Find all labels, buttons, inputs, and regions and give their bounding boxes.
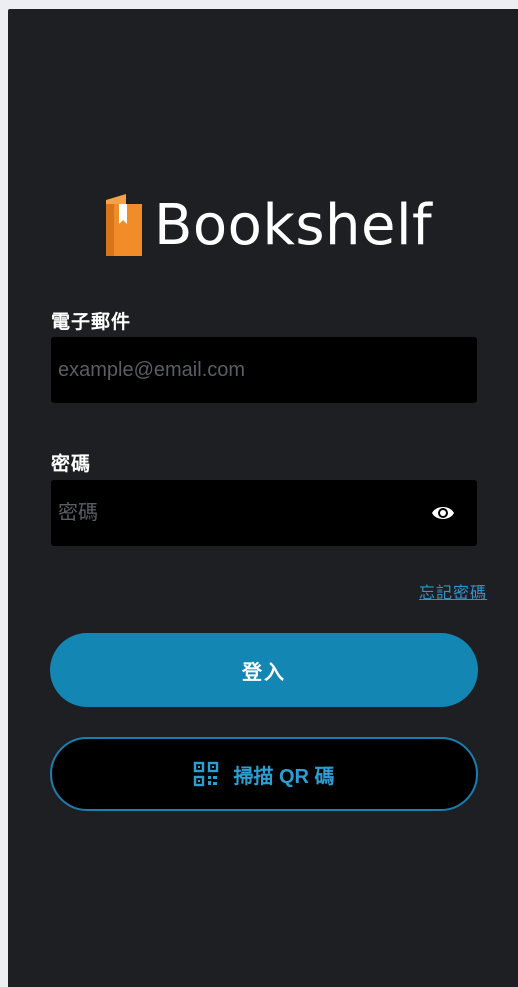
scan-qr-button[interactable]: 掃描 QR 碼 bbox=[50, 737, 478, 811]
email-field-container bbox=[51, 337, 477, 403]
scan-qr-label: 掃描 QR 碼 bbox=[233, 765, 335, 788]
page-backdrop: Bookshelf 電子郵件 密碼 忘記密碼 登入 bbox=[0, 0, 518, 987]
email-field[interactable] bbox=[51, 337, 411, 403]
password-label: 密碼 bbox=[51, 453, 92, 475]
eye-icon[interactable] bbox=[431, 502, 455, 524]
bookmark-book-icon bbox=[106, 194, 142, 256]
forgot-password-link[interactable]: 忘記密碼 bbox=[419, 579, 487, 603]
qr-code-icon bbox=[194, 761, 219, 787]
password-field[interactable] bbox=[51, 480, 411, 546]
login-button-label: 登入 bbox=[242, 661, 286, 684]
app-name: Bookshelf bbox=[154, 193, 433, 258]
password-field-container bbox=[51, 480, 477, 546]
login-button[interactable]: 登入 bbox=[50, 633, 478, 707]
app-logo: Bookshelf bbox=[100, 193, 432, 259]
email-label: 電子郵件 bbox=[51, 311, 132, 333]
login-screen: Bookshelf 電子郵件 密碼 忘記密碼 登入 bbox=[8, 9, 518, 987]
